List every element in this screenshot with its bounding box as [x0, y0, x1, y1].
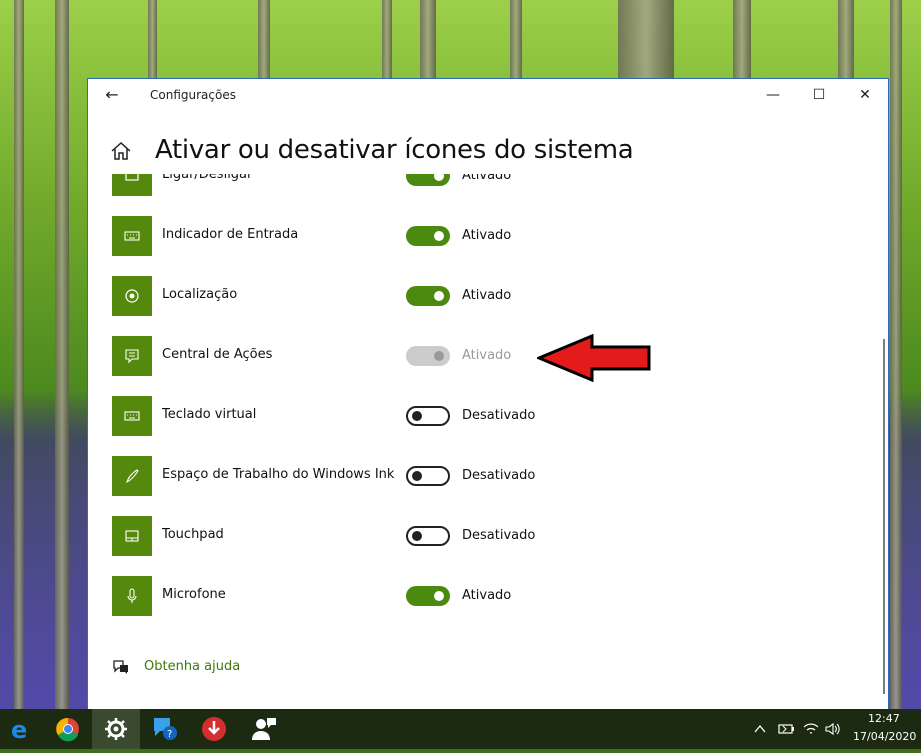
- clock-time[interactable]: 12:47: [868, 712, 900, 725]
- toggle-switch[interactable]: [406, 586, 450, 606]
- red-arrow-annotation: [537, 334, 651, 382]
- clock-date[interactable]: 17/04/2020: [853, 730, 916, 743]
- item-label: Central de Ações: [162, 347, 273, 362]
- svg-text:e: e: [11, 716, 27, 744]
- item-label: Teclado virtual: [162, 407, 257, 422]
- toggle-switch[interactable]: [406, 406, 450, 426]
- toggle-state: Ativado: [462, 348, 512, 363]
- app-title: Configurações: [150, 88, 236, 102]
- toggle-state: Ativado: [462, 588, 512, 603]
- item-label: Localização: [162, 287, 238, 302]
- keyboard-icon: [112, 396, 152, 436]
- item-label: Espaço de Trabalho do Windows Ink: [162, 467, 395, 482]
- touchpad-icon: [112, 516, 152, 556]
- volume-icon[interactable]: [824, 721, 842, 737]
- location-icon: [112, 276, 152, 316]
- toggle-switch[interactable]: [406, 526, 450, 546]
- settings-window: ← Configurações — ☐ ✕ Ativar ou desativa…: [88, 79, 888, 709]
- item-label: Touchpad: [162, 527, 224, 542]
- keyboard-icon: [112, 216, 152, 256]
- toggle-switch[interactable]: [406, 286, 450, 306]
- item-label: Ligar/Desligar: [162, 174, 253, 182]
- toggle-state: Ativado: [462, 228, 512, 243]
- list-item: Espaço de Trabalho do Windows Ink Desati…: [88, 456, 888, 496]
- item-label: Indicador de Entrada: [162, 227, 299, 242]
- toggle-state: Ativado: [462, 288, 512, 303]
- toggle-switch[interactable]: [406, 226, 450, 246]
- help-link[interactable]: Obtenha ajuda: [144, 659, 240, 674]
- page-title: Ativar ou desativar ícones do sistema: [155, 135, 634, 165]
- people-app-icon[interactable]: [240, 709, 288, 749]
- toggle-state: Desativado: [462, 468, 536, 483]
- home-icon[interactable]: [110, 140, 132, 162]
- edge-icon[interactable]: e: [0, 709, 48, 749]
- battery-icon[interactable]: [777, 721, 795, 737]
- minimize-button[interactable]: —: [750, 79, 796, 111]
- list-item: Teclado virtual Desativado: [88, 396, 888, 436]
- help-chat-icon: [113, 660, 128, 674]
- settings-taskbar-icon[interactable]: [92, 709, 140, 749]
- help-app-icon[interactable]: ?: [140, 709, 188, 749]
- toggle-switch[interactable]: [406, 466, 450, 486]
- list-item: Touchpad Desativado: [88, 516, 888, 556]
- scrollbar[interactable]: [883, 339, 885, 694]
- list-item: Localização Ativado: [88, 276, 888, 316]
- toggle-state: Desativado: [462, 528, 536, 543]
- maximize-button[interactable]: ☐: [796, 79, 842, 111]
- system-icons-list: Ligar/Desligar Ativado Indicador de Entr…: [88, 174, 888, 674]
- toggle-state: Desativado: [462, 408, 536, 423]
- action-center-icon: [112, 336, 152, 376]
- list-item: Indicador de Entrada Ativado: [88, 216, 888, 256]
- download-app-icon[interactable]: [190, 709, 238, 749]
- taskbar: e ? 12:47 17/04/2020: [0, 709, 921, 749]
- back-button[interactable]: ←: [100, 85, 124, 105]
- toggle-state: Ativado: [462, 174, 512, 183]
- chrome-icon[interactable]: [44, 709, 92, 749]
- microphone-icon: [112, 576, 152, 616]
- close-button[interactable]: ✕: [842, 79, 888, 111]
- toggle-switch[interactable]: [406, 174, 450, 186]
- svg-text:?: ?: [167, 729, 172, 740]
- toggle-switch: [406, 346, 450, 366]
- power-icon: [112, 174, 152, 196]
- list-item: Ligar/Desligar Ativado: [88, 174, 888, 196]
- chevron-up-icon[interactable]: [752, 721, 768, 737]
- pen-icon: [112, 456, 152, 496]
- title-bar: ← Configurações — ☐ ✕: [88, 79, 888, 111]
- list-item: Central de Ações Ativado: [88, 336, 888, 376]
- wifi-icon[interactable]: [802, 721, 820, 737]
- list-item: Microfone Ativado: [88, 576, 888, 616]
- item-label: Microfone: [162, 587, 226, 602]
